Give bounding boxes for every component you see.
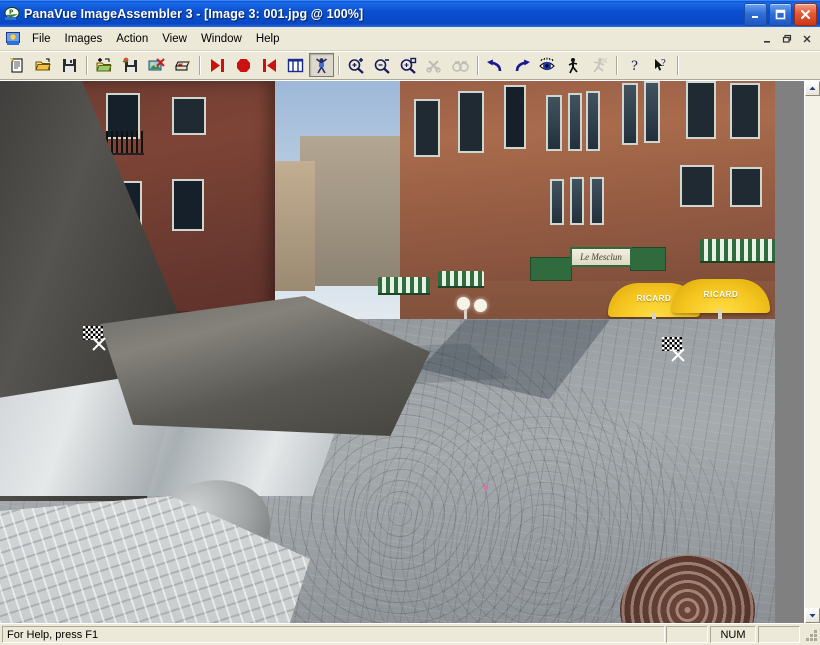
next-image-button[interactable] [257, 53, 282, 77]
window-controls [744, 3, 817, 26]
toolbar-separator [86, 55, 88, 75]
toolbar-separator [338, 55, 340, 75]
stop-button[interactable] [231, 53, 256, 77]
svg-text:?: ? [631, 59, 638, 74]
help-button[interactable]: ? [622, 53, 647, 77]
vertical-scrollbar[interactable] [804, 81, 820, 623]
toolbar-separator [199, 55, 201, 75]
restaurant-sign-text: Le Mesclun [580, 252, 622, 262]
preview-stitch-button[interactable] [448, 53, 473, 77]
save-image-button[interactable] [118, 53, 143, 77]
umbrella-brand-label: RICARD [703, 290, 739, 299]
mdi-restore-button[interactable] [778, 30, 796, 47]
canvas-gutter [775, 81, 790, 623]
open-project-button[interactable] [31, 53, 56, 77]
mdi-client-area: Le Mesclun RICARD RICARD [0, 80, 820, 623]
status-pane-1 [666, 626, 708, 643]
green-panel [630, 247, 666, 271]
title-bar: P PanaVue ImageAssembler 3 - [Image 3: 0… [0, 0, 820, 27]
image-canvas[interactable]: Le Mesclun RICARD RICARD [0, 81, 790, 623]
background-building [300, 136, 405, 286]
status-pane-num: NUM [710, 626, 756, 643]
shop-awning [378, 277, 430, 295]
print-button[interactable] [170, 53, 195, 77]
menu-bar: File Images Action View Window Help [0, 27, 820, 51]
toolbar-separator [477, 55, 479, 75]
svg-text:?: ? [661, 59, 666, 69]
maximize-button[interactable] [769, 3, 792, 26]
application-window: P PanaVue ImageAssembler 3 - [Image 3: 0… [0, 0, 820, 645]
panavue-app-icon: P [4, 6, 20, 22]
mdi-window-controls [758, 30, 816, 47]
zoom-in-button[interactable] [344, 53, 369, 77]
toolbar-separator [677, 55, 679, 75]
menu-help[interactable]: Help [249, 30, 287, 48]
link-points-button[interactable] [309, 53, 334, 77]
status-message: For Help, press F1 [2, 626, 665, 643]
status-bar: For Help, press F1 NUM [0, 623, 820, 645]
mdi-close-button[interactable] [798, 30, 816, 47]
run-mode-button[interactable] [587, 53, 612, 77]
toolbar-separator [616, 55, 618, 75]
patio-umbrella: RICARD [672, 279, 770, 313]
zoom-fit-button[interactable] [396, 53, 421, 77]
scroll-down-arrow[interactable] [805, 608, 820, 623]
main-toolbar: ? ? [0, 51, 820, 80]
mdi-minimize-button[interactable] [758, 30, 776, 47]
umbrella-brand-label: RICARD [636, 294, 672, 303]
close-button[interactable] [794, 3, 817, 26]
previous-image-button[interactable] [205, 53, 230, 77]
svg-text:P: P [9, 9, 14, 16]
status-pane-3 [758, 626, 800, 643]
street-lamp-globe [474, 299, 487, 312]
menu-action[interactable]: Action [109, 30, 155, 48]
preview-button[interactable] [535, 53, 560, 77]
new-project-button[interactable] [5, 53, 30, 77]
resize-grip[interactable] [803, 627, 817, 641]
add-image-button[interactable] [92, 53, 117, 77]
zoom-out-button[interactable] [370, 53, 395, 77]
menu-view[interactable]: View [155, 30, 194, 48]
redo-button[interactable] [509, 53, 534, 77]
save-project-button[interactable] [57, 53, 82, 77]
menu-window[interactable]: Window [194, 30, 249, 48]
menu-images[interactable]: Images [58, 30, 110, 48]
menu-file[interactable]: File [25, 30, 58, 48]
shop-awning [700, 239, 775, 263]
walk-mode-button[interactable] [561, 53, 586, 77]
shop-awning [438, 271, 484, 288]
scroll-up-arrow[interactable] [805, 81, 820, 96]
document-icon[interactable] [5, 31, 21, 47]
photo-image[interactable]: Le Mesclun RICARD RICARD [0, 81, 775, 623]
minimize-button[interactable] [744, 3, 767, 26]
window-title: PanaVue ImageAssembler 3 - [Image 3: 001… [24, 7, 364, 21]
green-panel [530, 257, 572, 281]
scrollbar-track[interactable] [805, 96, 820, 608]
restaurant-sign: Le Mesclun [570, 247, 632, 267]
undo-button[interactable] [483, 53, 508, 77]
remove-image-button[interactable] [144, 53, 169, 77]
cut-link-button[interactable] [422, 53, 447, 77]
laser-dot-marker [484, 485, 488, 489]
context-help-button[interactable]: ? [648, 53, 673, 77]
columns-view-button[interactable] [283, 53, 308, 77]
